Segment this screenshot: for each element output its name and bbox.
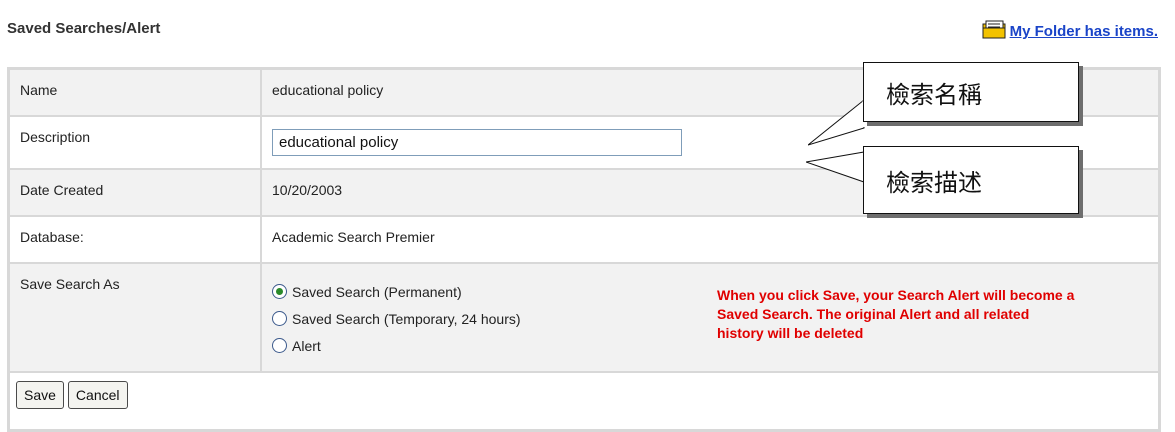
my-folder-link[interactable]: My Folder has items.	[1010, 23, 1158, 40]
my-folder-link-group[interactable]: My Folder has items.	[982, 18, 1158, 40]
page-title: Saved Searches/Alert	[7, 20, 161, 37]
radio-label-alert[interactable]: Alert	[292, 338, 321, 354]
radio-checked-icon[interactable]	[272, 284, 287, 299]
radio-option-alert[interactable]: Alert	[272, 332, 717, 359]
date-created-label: Date Created	[7, 168, 262, 217]
radio-label-permanent[interactable]: Saved Search (Permanent)	[292, 284, 462, 300]
save-type-radio-group: Saved Search (Permanent) Saved Search (T…	[272, 276, 717, 359]
row-database: Database: Academic Search Premier	[7, 215, 1161, 264]
buttons-cell: Save Cancel	[7, 371, 1161, 432]
description-label: Description	[7, 115, 262, 170]
callout-description: 檢索描述	[863, 146, 1079, 214]
save-warning-text: When you click Save, your Search Alert w…	[717, 287, 1075, 341]
save-search-as-label: Save Search As	[7, 262, 262, 373]
database-value: Academic Search Premier	[260, 215, 1161, 264]
callout-description-text: 檢索描述	[886, 168, 982, 197]
radio-unchecked-icon[interactable]	[272, 311, 287, 326]
save-search-as-cell: Saved Search (Permanent) Saved Search (T…	[260, 262, 1161, 373]
row-buttons: Save Cancel	[7, 371, 1161, 432]
radio-option-temporary[interactable]: Saved Search (Temporary, 24 hours)	[272, 305, 717, 332]
save-button[interactable]: Save	[16, 381, 64, 409]
database-label: Database:	[7, 215, 262, 264]
callout-name: 檢索名稱	[863, 62, 1079, 122]
radio-label-temporary[interactable]: Saved Search (Temporary, 24 hours)	[292, 311, 521, 327]
radio-option-permanent[interactable]: Saved Search (Permanent)	[272, 278, 717, 305]
row-save-search-as: Save Search As Saved Search (Permanent) …	[7, 262, 1161, 373]
name-label: Name	[7, 67, 262, 117]
folder-icon[interactable]	[982, 18, 1008, 40]
description-input[interactable]	[272, 129, 682, 156]
callout-name-text: 檢索名稱	[886, 80, 982, 109]
cancel-button[interactable]: Cancel	[67, 381, 128, 409]
radio-unchecked-icon[interactable]	[272, 338, 287, 353]
